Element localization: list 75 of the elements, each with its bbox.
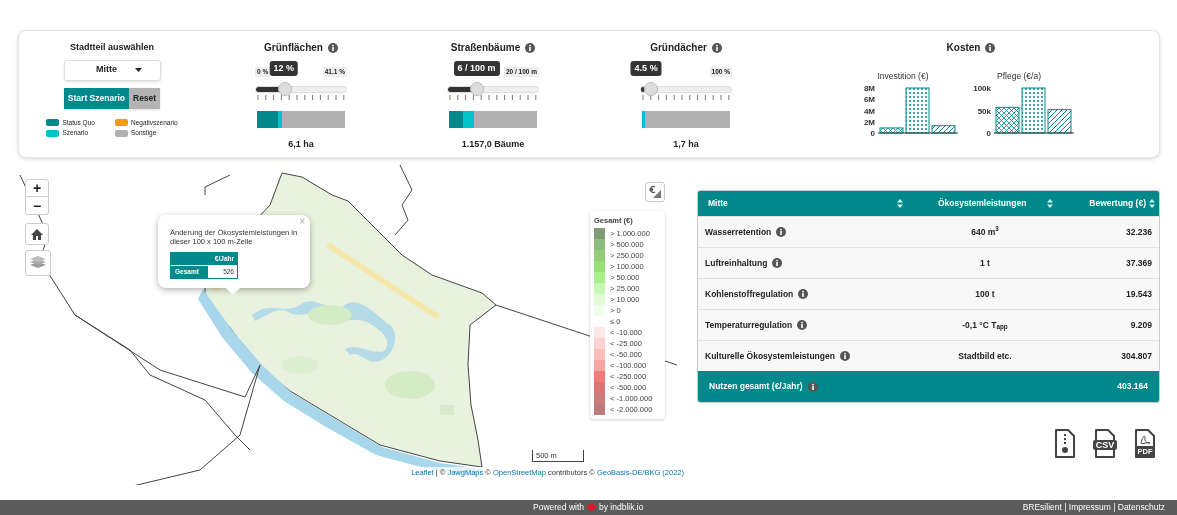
column-header[interactable]: Bewertung (€) [1089, 197, 1146, 210]
table-cell-text: Stadtbild etc. [957, 349, 1013, 363]
row-label: Kohlenstoffregulation [705, 287, 794, 301]
powered-text: by indblik.io [599, 501, 644, 514]
home-icon [31, 228, 43, 240]
axis-label: 2M [863, 117, 875, 127]
table-cell-text: 19.543 [1125, 287, 1153, 301]
start-scenario-button[interactable]: Start Szenario [63, 87, 129, 109]
info-icon[interactable] [797, 320, 808, 330]
row-label: Temperaturregulation [705, 318, 793, 332]
selector-title: Stadtteil auswählen [70, 41, 154, 54]
axis-label: 50k [977, 106, 991, 116]
info-icon[interactable] [776, 227, 787, 237]
table-cell-text: 1 t [979, 256, 991, 270]
value-bubble: 4.5 % [630, 61, 662, 76]
row-label: Kulturelle Ökosystemleistungen [705, 349, 835, 363]
total-label: Nutzen gesamt (€/Jahr) [709, 380, 803, 393]
table-cell-text: 304.807 [1120, 349, 1153, 363]
currency-toggle-button[interactable] [645, 182, 665, 202]
layers-button[interactable] [25, 250, 51, 276]
table-cell-text: 32.236 [1125, 225, 1153, 239]
slider-handle[interactable] [470, 82, 485, 96]
table-cell-text: 9.209 [1129, 318, 1153, 332]
row-label: Luftreinhaltung [705, 256, 768, 270]
value-bubble: 12 % [269, 61, 298, 76]
powered-text: Powered with [533, 501, 585, 514]
measure-title: Straßenbäume [450, 41, 521, 55]
slider-handle[interactable] [643, 82, 658, 96]
measure-title: Gründächer [650, 41, 707, 55]
table-cell-text: 100 t [974, 287, 996, 301]
measure-title: Grünflächen [264, 41, 323, 55]
info-icon[interactable] [985, 42, 996, 53]
axis-label: 6M [863, 95, 875, 104]
home-button[interactable] [25, 223, 49, 245]
axis-label: 100k [973, 83, 991, 93]
info-icon[interactable] [772, 258, 783, 268]
info-icon[interactable] [711, 42, 722, 53]
info-icon[interactable] [525, 42, 536, 53]
column-header[interactable]: Ökosystemleistungen [938, 197, 1027, 210]
value-bubble: 6 / 100 m [453, 61, 500, 76]
axis-label: 4M [863, 106, 875, 116]
axis-label: 0 [870, 128, 875, 137]
slider-handle[interactable] [277, 82, 292, 96]
layers-icon [30, 256, 46, 270]
footer-links[interactable]: BREsilient | Impressum | Datenschutz [1022, 501, 1165, 514]
costs-title: Kosten [946, 41, 981, 55]
total-value: 403.164 [1116, 380, 1149, 393]
sort-icon[interactable] [897, 199, 903, 208]
district-dropdown[interactable]: Mitte [63, 59, 161, 81]
info-icon[interactable] [839, 351, 850, 361]
sort-icon[interactable] [1047, 199, 1053, 208]
measure-total: 1,7 ha [673, 138, 699, 151]
chart-title: Pflege (€/a) [997, 70, 1041, 83]
reset-button[interactable]: Reset [129, 87, 161, 109]
zoom-out-button[interactable]: − [25, 197, 49, 215]
zip-download-button[interactable] [1053, 429, 1077, 459]
caret-icon [135, 68, 142, 72]
euro-chart-icon [648, 185, 662, 199]
zoom-in-button[interactable]: + [25, 179, 49, 197]
column-header[interactable]: Mitte [708, 197, 728, 210]
table-cell-text: -0,1 °C T$_{app}$ [961, 318, 1009, 332]
table-cell-text: 37.369 [1125, 256, 1153, 270]
info-icon[interactable] [327, 42, 338, 53]
axis-label: 8M [863, 83, 875, 93]
sort-icon[interactable] [1149, 199, 1155, 208]
info-icon[interactable] [798, 289, 809, 299]
csv-download-button[interactable]: CSV [1093, 429, 1117, 459]
row-label: Wasserretention [705, 225, 772, 239]
measure-total: 6,1 ha [288, 138, 314, 151]
info-icon[interactable] [807, 381, 818, 392]
heart-icon [587, 503, 597, 512]
chart-title: Investition (€) [877, 70, 929, 83]
measure-total: 1.157,0 Bäume [461, 138, 525, 151]
table-cell-text: 640 m$^{3}$ [970, 225, 1000, 239]
axis-label: 0 [986, 128, 991, 137]
